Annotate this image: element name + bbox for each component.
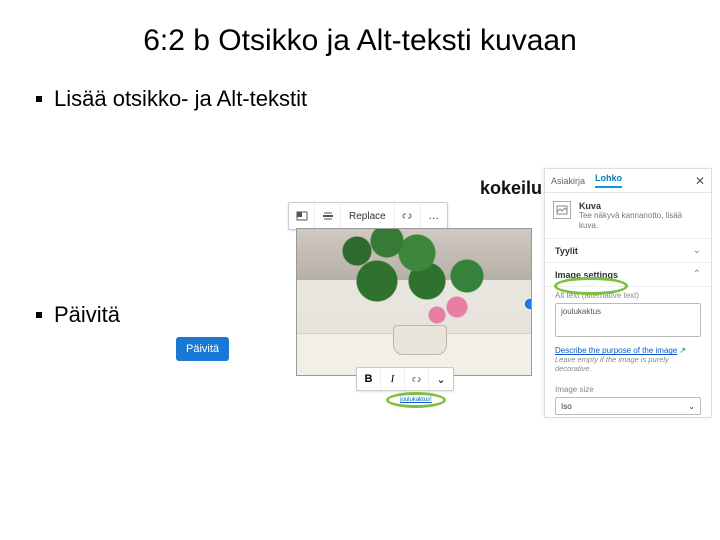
chevron-down-icon: ⌄ [693,245,701,256]
slide-title: 6:2 b Otsikko ja Alt-teksti kuvaan [36,24,684,58]
alt-text-value: joulukaktus [561,307,601,316]
update-button[interactable]: Päivitä [176,337,229,361]
image-block-icon [553,201,571,219]
block-toolbar: Replace … [288,202,448,230]
bullet-dot-icon [36,96,42,102]
purpose-link[interactable]: Describe the purpose of the image [555,346,677,355]
align-center-icon[interactable] [315,203,341,229]
align-icon[interactable] [289,203,315,229]
image-settings-section[interactable]: Image settings ⌃ [545,263,711,287]
chevron-up-icon: ⌃ [693,269,701,280]
block-settings-panel: Asiakirja Lohko ✕ Kuva Tee näkyvä kannan… [544,168,712,418]
bullet-2-text: Päivitä [54,302,120,328]
bullet-dot-icon [36,312,42,318]
external-link-icon: ↗ [679,346,686,355]
alt-text-label: Alt text (alternative text) [555,291,701,300]
image-size-select[interactable]: Iso ⌄ [555,397,701,415]
close-icon[interactable]: ✕ [695,174,705,188]
replace-button[interactable]: Replace [341,203,395,229]
caption-link-icon[interactable] [405,368,429,390]
selected-image[interactable] [296,228,532,376]
bullet-1: Lisää otsikko- ja Alt-tekstit [36,86,684,112]
caption-chevron-down-icon[interactable]: ⌄ [429,368,453,390]
image-size-label: Image size [555,385,701,394]
tab-document[interactable]: Asiakirja [551,176,585,186]
block-name: Kuva [579,201,703,211]
tab-block[interactable]: Lohko [595,173,622,188]
image-title-text: kokeilu [480,178,542,199]
styles-heading: Tyylit [555,246,578,256]
block-description: Tee näkyvä kannanotto, lisää kuva. [579,211,703,230]
alt-hint-text: Leave empty if the image is purely decor… [555,355,701,373]
bullet-1-text: Lisää otsikko- ja Alt-tekstit [54,86,307,112]
more-icon[interactable]: … [421,203,447,229]
caption-highlight-oval: joulukaktus! [386,392,446,408]
resize-handle-icon[interactable] [525,299,532,309]
image-size-value: Iso [561,402,572,411]
bold-button[interactable]: B [357,368,381,390]
caption-toolbar: B I ⌄ [356,367,454,391]
image-caption-text[interactable]: joulukaktus! [400,397,432,403]
image-settings-heading: Image settings [555,270,618,280]
alt-text-input[interactable]: joulukaktus [555,303,701,337]
pot-graphic [393,325,447,355]
styles-section[interactable]: Tyylit ⌄ [545,239,711,263]
link-icon[interactable] [395,203,421,229]
italic-button[interactable]: I [381,368,405,390]
select-chevron-icon: ⌄ [688,402,695,411]
